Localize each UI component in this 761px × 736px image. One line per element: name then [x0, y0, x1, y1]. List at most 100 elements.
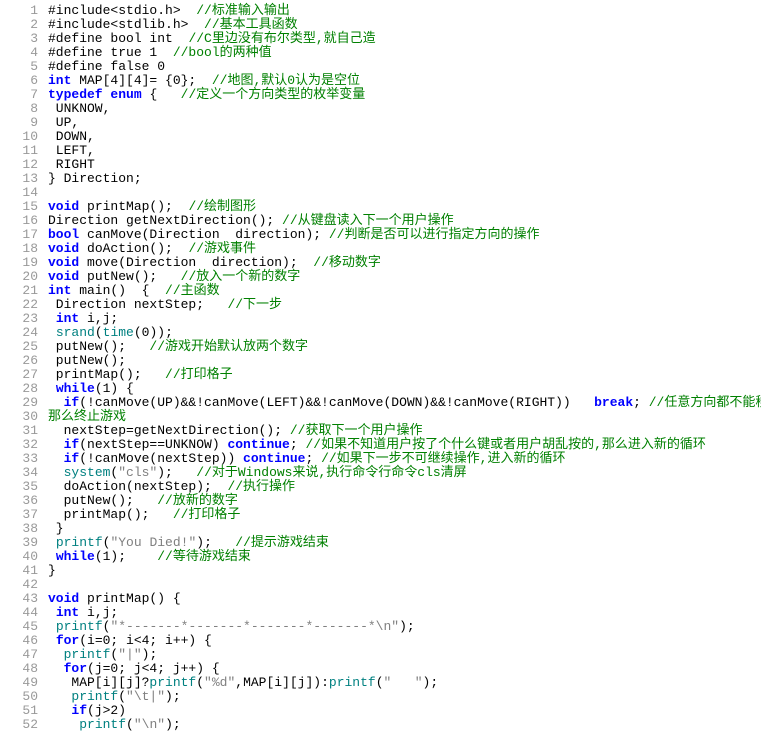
- code-line[interactable]: typedef enum { //定义一个方向类型的枚举变量: [48, 88, 761, 102]
- code-line[interactable]: }: [48, 564, 761, 578]
- code-line[interactable]: srand(time(0));: [48, 326, 761, 340]
- code-line[interactable]: printf("\t|");: [48, 690, 761, 704]
- code-line[interactable]: #define false 0: [48, 60, 761, 74]
- code-line[interactable]: 那么终止游戏: [48, 410, 761, 424]
- code-token: (: [196, 675, 204, 690]
- code-token: //游戏事件: [188, 241, 256, 256]
- code-line[interactable]: #include<stdlib.h> //基本工具函数: [48, 18, 761, 32]
- code-line[interactable]: int i,j;: [48, 312, 761, 326]
- line-number: 10: [4, 130, 38, 144]
- code-token: ,MAP[i][j]):: [235, 675, 329, 690]
- code-token: //移动数字: [313, 255, 381, 270]
- code-token: //打印格子: [173, 507, 241, 522]
- code-line[interactable]: system("cls"); //对于Windows来说,执行命令行命令cls清…: [48, 466, 761, 480]
- code-line[interactable]: printf("\n");: [48, 718, 761, 732]
- code-token: UP,: [48, 115, 79, 130]
- code-line[interactable]: Direction getNextDirection(); //从键盘读入下一个…: [48, 214, 761, 228]
- code-token: continue: [243, 451, 305, 466]
- code-token: printf: [56, 535, 103, 550]
- line-number: 7: [4, 88, 38, 102]
- line-number: 19: [4, 256, 38, 270]
- line-number: 22: [4, 298, 38, 312]
- code-line[interactable]: doAction(nextStep); //执行操作: [48, 480, 761, 494]
- code-line[interactable]: nextStep=getNextDirection(); //获取下一个用户操作: [48, 424, 761, 438]
- code-line[interactable]: void move(Direction direction); //移动数字: [48, 256, 761, 270]
- code-line[interactable]: } Direction;: [48, 172, 761, 186]
- code-line[interactable]: printf("You Died!"); //提示游戏结束: [48, 536, 761, 550]
- code-token: [48, 717, 79, 732]
- code-token: //定义一个方向类型的枚举变量: [181, 87, 366, 102]
- code-token: );: [196, 535, 235, 550]
- code-token: printMap();: [48, 367, 165, 382]
- line-number: 33: [4, 452, 38, 466]
- line-number: 27: [4, 368, 38, 382]
- code-token: 那么终止游戏: [48, 409, 126, 424]
- code-line[interactable]: MAP[i][j]?printf("%d",MAP[i][j]):printf(…: [48, 676, 761, 690]
- line-number: 6: [4, 74, 38, 88]
- code-line[interactable]: RIGHT: [48, 158, 761, 172]
- code-line[interactable]: UP,: [48, 116, 761, 130]
- code-line[interactable]: [48, 578, 761, 592]
- code-token: );: [157, 465, 196, 480]
- code-line[interactable]: printf("|");: [48, 648, 761, 662]
- code-line[interactable]: LEFT,: [48, 144, 761, 158]
- code-line[interactable]: UNKNOW,: [48, 102, 761, 116]
- code-token: [48, 619, 56, 634]
- code-token: [48, 395, 64, 410]
- code-token: //获取下一个用户操作: [290, 423, 423, 438]
- code-token: "|": [118, 647, 141, 662]
- code-line[interactable]: printf("*-------*-------*-------*-------…: [48, 620, 761, 634]
- code-line[interactable]: DOWN,: [48, 130, 761, 144]
- code-token: for: [64, 661, 87, 676]
- code-line[interactable]: #define bool int //C里边没有布尔类型,就自己造: [48, 32, 761, 46]
- code-line[interactable]: while(1); //等待游戏结束: [48, 550, 761, 564]
- code-line[interactable]: while(1) {: [48, 382, 761, 396]
- code-token: move(Direction direction);: [79, 255, 313, 270]
- code-token: [48, 633, 56, 648]
- code-line[interactable]: int main() { //主函数: [48, 284, 761, 298]
- code-token: int: [56, 605, 79, 620]
- code-token: if: [64, 451, 80, 466]
- code-token: );: [165, 689, 181, 704]
- line-number: 44: [4, 606, 38, 620]
- code-line[interactable]: void putNew(); //放入一个新的数字: [48, 270, 761, 284]
- code-token: "\n": [134, 717, 165, 732]
- code-line[interactable]: int MAP[4][4]= {0}; //地图,默认0认为是空位: [48, 74, 761, 88]
- code-line[interactable]: if(nextStep==UNKNOW) continue; //如果不知道用户…: [48, 438, 761, 452]
- code-line[interactable]: putNew(); //放新的数字: [48, 494, 761, 508]
- code-token: (j>2): [87, 703, 126, 718]
- line-number: 50: [4, 690, 38, 704]
- code-line[interactable]: printMap(); //打印格子: [48, 368, 761, 382]
- line-number: 52: [4, 718, 38, 732]
- code-line[interactable]: printMap(); //打印格子: [48, 508, 761, 522]
- code-line[interactable]: void printMap() {: [48, 592, 761, 606]
- code-line[interactable]: putNew(); //游戏开始默认放两个数字: [48, 340, 761, 354]
- code-token: (j=0; j<4; j++) {: [87, 661, 220, 676]
- code-line[interactable]: for(i=0; i<4; i++) {: [48, 634, 761, 648]
- code-line[interactable]: putNew();: [48, 354, 761, 368]
- code-token: (0));: [134, 325, 173, 340]
- code-token: while: [56, 381, 95, 396]
- code-line[interactable]: if(!canMove(nextStep)) continue; //如果下一步…: [48, 452, 761, 466]
- code-line[interactable]: bool canMove(Direction direction); //判断是…: [48, 228, 761, 242]
- code-token: doAction();: [79, 241, 188, 256]
- code-token: printMap() {: [79, 591, 180, 606]
- line-number: 35: [4, 480, 38, 494]
- code-token: putNew();: [48, 339, 149, 354]
- code-line[interactable]: #define true 1 //bool的两种值: [48, 46, 761, 60]
- code-line[interactable]: Direction nextStep; //下一步: [48, 298, 761, 312]
- line-number: 13: [4, 172, 38, 186]
- code-line[interactable]: for(j=0; j<4; j++) {: [48, 662, 761, 676]
- code-token: (nextStep==UNKNOW): [79, 437, 227, 452]
- line-number: 43: [4, 592, 38, 606]
- line-number: 18: [4, 242, 38, 256]
- code-line[interactable]: void doAction(); //游戏事件: [48, 242, 761, 256]
- code-editor-area[interactable]: #include<stdio.h> //标准输入输出#include<stdli…: [48, 0, 761, 736]
- code-line[interactable]: if(j>2): [48, 704, 761, 718]
- code-line[interactable]: if(!canMove(UP)&&!canMove(LEFT)&&!canMov…: [48, 396, 761, 410]
- code-line[interactable]: [48, 186, 761, 200]
- code-line[interactable]: }: [48, 522, 761, 536]
- code-line[interactable]: int i,j;: [48, 606, 761, 620]
- code-line[interactable]: void printMap(); //绘制图形: [48, 200, 761, 214]
- code-line[interactable]: #include<stdio.h> //标准输入输出: [48, 4, 761, 18]
